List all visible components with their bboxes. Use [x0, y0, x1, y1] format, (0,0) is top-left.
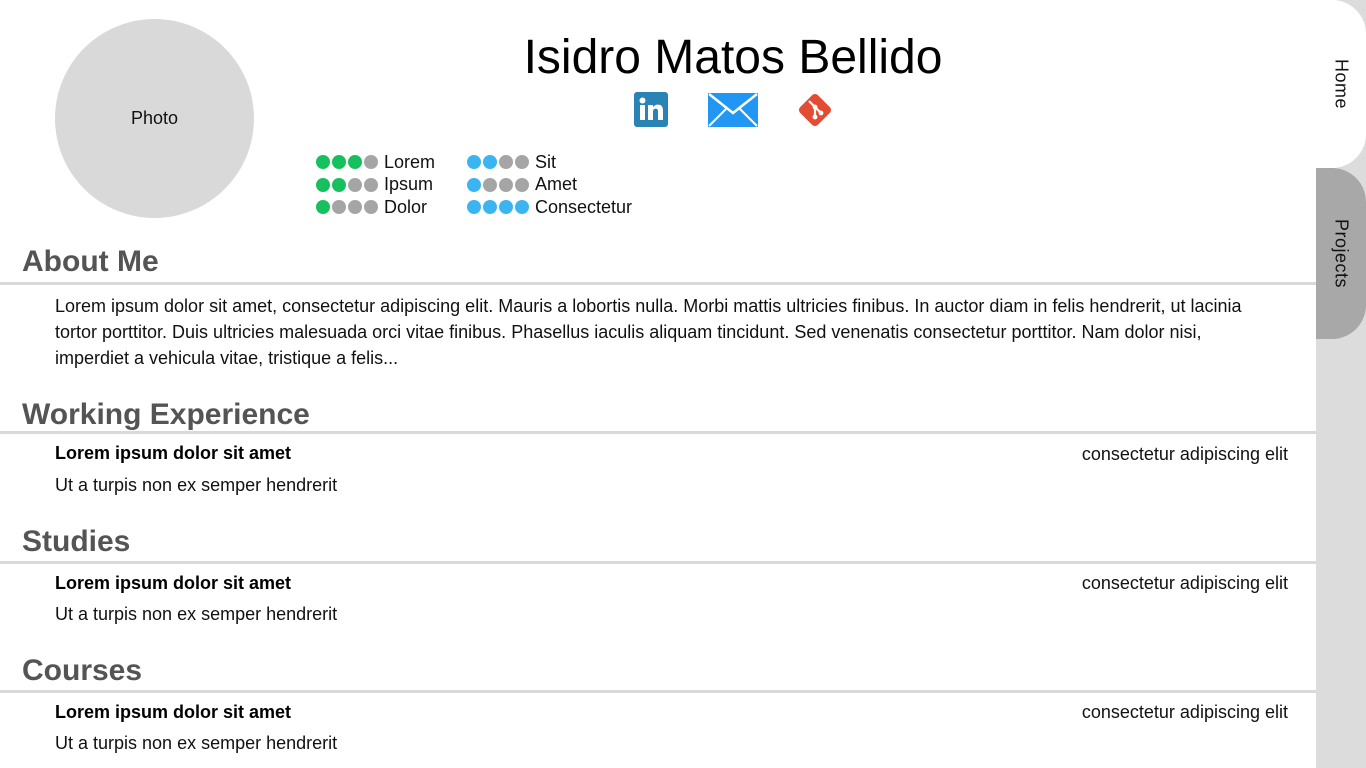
skill-dot-empty: [364, 200, 378, 215]
skill-level-dots: [316, 200, 378, 215]
skill-label: Sit: [535, 151, 557, 172]
skill-dot-filled: [467, 177, 481, 192]
courses-entry-detail: consectetur adipiscing elit: [1081, 702, 1288, 722]
skill-dot-filled: [467, 200, 481, 215]
skill-level-dots: [316, 177, 378, 192]
skill-label: Dolor: [384, 196, 428, 217]
skill-dot-empty: [499, 155, 513, 170]
skill-level-dots: [467, 177, 529, 192]
skill-item: Dolor: [316, 196, 435, 219]
skill-dot-filled: [483, 155, 497, 170]
skill-item: Amet: [467, 174, 632, 197]
profile-name: Isidro Matos Bellido: [523, 31, 943, 84]
skill-dot-filled: [316, 155, 330, 170]
skill-label: Amet: [535, 174, 578, 195]
section-title-about: About Me: [22, 245, 159, 278]
photo-label: Photo: [130, 108, 179, 128]
section-divider: [0, 690, 1316, 693]
skill-dot-filled: [467, 155, 481, 170]
skill-dot-filled: [316, 177, 330, 192]
studies-entry-title: Lorem ipsum dolor sit amet: [55, 573, 292, 593]
skill-dot-empty: [515, 155, 529, 170]
skill-label: Lorem: [384, 151, 436, 172]
skill-dot-empty: [348, 177, 362, 192]
skill-dot-filled: [332, 155, 346, 170]
skill-level-dots: [316, 155, 378, 170]
skill-level-dots: [467, 200, 529, 215]
tab-home-label: Home: [1331, 58, 1352, 109]
skill-dot-filled: [348, 155, 362, 170]
skill-item: Lorem: [316, 151, 435, 174]
section-divider: [0, 561, 1316, 564]
skill-level-dots: [467, 155, 529, 170]
skill-dot-empty: [332, 200, 346, 215]
section-title-studies: Studies: [22, 525, 131, 558]
skill-item: Ipsum: [316, 174, 435, 197]
skill-dot-empty: [483, 177, 497, 192]
skill-item: Consectetur: [467, 196, 632, 219]
tab-home[interactable]: Home: [1316, 0, 1366, 168]
profile-photo: Photo: [55, 19, 254, 218]
skill-dot-filled: [332, 177, 346, 192]
section-title-experience: Working Experience: [22, 398, 310, 431]
skill-item: Sit: [467, 151, 632, 174]
experience-entry-detail: consectetur adipiscing elit: [1081, 444, 1288, 464]
experience-entry-title: Lorem ipsum dolor sit amet: [55, 443, 292, 463]
skill-dot-empty: [364, 155, 378, 170]
mail-icon[interactable]: [708, 93, 758, 127]
experience-entry-subtitle: Ut a turpis non ex semper hendrerit: [55, 475, 338, 495]
skill-label: Ipsum: [384, 174, 434, 195]
skill-dot-filled: [499, 200, 513, 215]
tab-projects-label: Projects: [1331, 218, 1352, 289]
skill-dot-empty: [364, 177, 378, 192]
linkedin-icon[interactable]: [634, 92, 668, 127]
section-title-courses: Courses: [22, 654, 143, 687]
skill-dot-filled: [483, 200, 497, 215]
section-divider: [0, 282, 1316, 285]
skill-dot-empty: [499, 177, 513, 192]
skills-column-right: Sit Amet Consectetur: [467, 151, 632, 219]
skill-dot-filled: [515, 200, 529, 215]
tab-projects[interactable]: Projects: [1316, 168, 1366, 339]
section-divider: [0, 431, 1316, 434]
skill-dot-filled: [316, 200, 330, 215]
courses-entry-title: Lorem ipsum dolor sit amet: [55, 702, 292, 722]
skill-label: Consectetur: [535, 196, 633, 217]
courses-entry-subtitle: Ut a turpis non ex semper hendrerit: [55, 733, 338, 753]
studies-entry-subtitle: Ut a turpis non ex semper hendrerit: [55, 604, 338, 624]
studies-entry-detail: consectetur adipiscing elit: [1081, 573, 1288, 593]
skill-dot-empty: [515, 177, 529, 192]
skills-column-left: Lorem Ipsum Dolor: [316, 151, 435, 219]
about-text: Lorem ipsum dolor sit amet, consectetur …: [55, 296, 1242, 368]
git-icon[interactable]: [797, 92, 833, 128]
skill-dot-empty: [348, 200, 362, 215]
